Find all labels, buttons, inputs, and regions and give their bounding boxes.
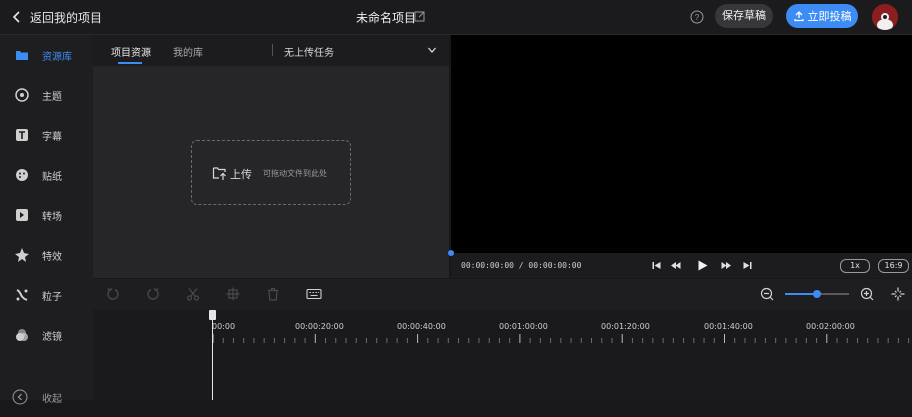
top-bar: 返回我的项目 未命名项目 ? 保存草稿 立即投稿 [0,0,912,35]
edit-icon[interactable] [414,10,426,22]
user-avatar[interactable] [872,4,898,30]
sidebar-collapse-button[interactable]: 收起 [0,377,93,417]
sidebar-item-particle[interactable]: 粒子 [0,275,93,315]
step-forward-icon[interactable] [721,260,732,271]
transition-icon [16,209,28,221]
zoom-in-icon[interactable] [860,287,874,301]
sidebar-item-library[interactable]: 资源库 [0,35,93,75]
sidebar-item-label: 转场 [42,211,62,223]
upload-dropzone[interactable]: 上传 可拖动文件到此处 [191,140,351,205]
upload-label: 上传 [230,168,252,181]
split-icon[interactable] [186,287,200,301]
sidebar-item-theme[interactable]: 主题 [0,75,93,115]
playback-speed-button[interactable]: 1x [840,259,870,273]
sticker-icon [16,169,28,181]
sidebar-item-label: 贴纸 [42,171,62,183]
sidebar-item-label: 特效 [42,251,62,263]
aspect-ratio-button[interactable]: 16:9 [878,259,909,273]
sidebar-item-sticker[interactable]: 贴纸 [0,155,93,195]
sidebar-item-effect[interactable]: 特效 [0,235,93,275]
sidebar-item-label: 字幕 [42,131,62,143]
publish-label: 立即投稿 [807,10,852,23]
filter-icon [16,329,28,341]
theme-icon [15,88,29,102]
particle-icon [16,289,28,301]
tab-divider [272,44,273,56]
sidebar-item-subtitle[interactable]: 字幕 [0,115,93,155]
resource-panel: 项目资源 我的库 无上传任务 上传 可拖动文件到此处 [93,35,449,278]
subtitle-icon [16,129,28,141]
zoom-out-icon[interactable] [760,287,774,301]
tab-project-resources[interactable]: 项目资源 [111,44,151,59]
back-label: 返回我的项目 [30,10,103,25]
sidebar: 资源库 主题 字幕 贴纸 转场 特效 粒子 滤镜 收起 [0,35,93,405]
timecode: 00:00:00:00 / 00:00:00:00 [461,261,582,270]
folder-icon [16,51,28,60]
playhead-line [212,320,213,400]
redo-icon[interactable] [146,287,160,301]
skip-to-start-icon[interactable] [651,260,662,271]
sidebar-item-transition[interactable]: 转场 [0,195,93,235]
zoom-slider[interactable] [785,290,849,298]
chevron-down-icon[interactable] [427,45,437,55]
sidebar-item-label: 主题 [42,91,62,103]
delete-icon[interactable] [266,287,280,301]
playback-controls: 00:00:00:00 / 00:00:00:00 1x 16:9 [451,253,912,278]
edit-toolbar [93,279,912,310]
upload-hint: 可拖动文件到此处 [263,169,327,178]
collapse-label: 收起 [42,393,62,405]
effect-icon [15,248,29,262]
help-icon[interactable]: ? [689,9,705,25]
collapse-icon [12,389,28,405]
play-icon[interactable] [696,259,709,272]
save-draft-button[interactable]: 保存草稿 [715,4,773,28]
avatar-image [872,4,898,30]
tab-underline [118,62,142,64]
sidebar-item-label: 粒子 [42,291,62,303]
skip-to-end-icon[interactable] [742,260,753,271]
trim-icon[interactable] [226,287,240,301]
svg-text:?: ? [695,13,700,22]
fit-timeline-icon[interactable] [891,287,905,301]
folder-upload-icon [212,167,226,180]
sidebar-item-label: 资源库 [42,51,72,63]
undo-icon[interactable] [106,287,120,301]
preview-progress-handle[interactable] [448,250,454,256]
upload-task-status[interactable]: 无上传任务 [284,44,334,59]
zoom-slider-knob[interactable] [813,290,821,298]
keyboard-shortcuts-icon[interactable] [306,287,322,301]
chevron-left-icon [12,11,20,23]
resource-tabs: 项目资源 我的库 无上传任务 [93,35,449,66]
playhead-handle[interactable] [209,310,216,320]
video-preview[interactable] [451,35,912,253]
back-to-projects-button[interactable]: 返回我的项目 [8,8,102,26]
sidebar-item-filter[interactable]: 滤镜 [0,315,93,355]
tab-my-library[interactable]: 我的库 [173,44,203,59]
step-back-icon[interactable] [670,260,681,271]
timeline[interactable]: 00:00 00:00:20:00 00:00:40:00 00:01:00:0… [93,310,912,400]
sidebar-item-label: 滤镜 [42,331,62,343]
upload-icon [793,11,804,22]
project-title: 未命名项目 [356,11,417,25]
publish-button[interactable]: 立即投稿 [786,4,858,28]
